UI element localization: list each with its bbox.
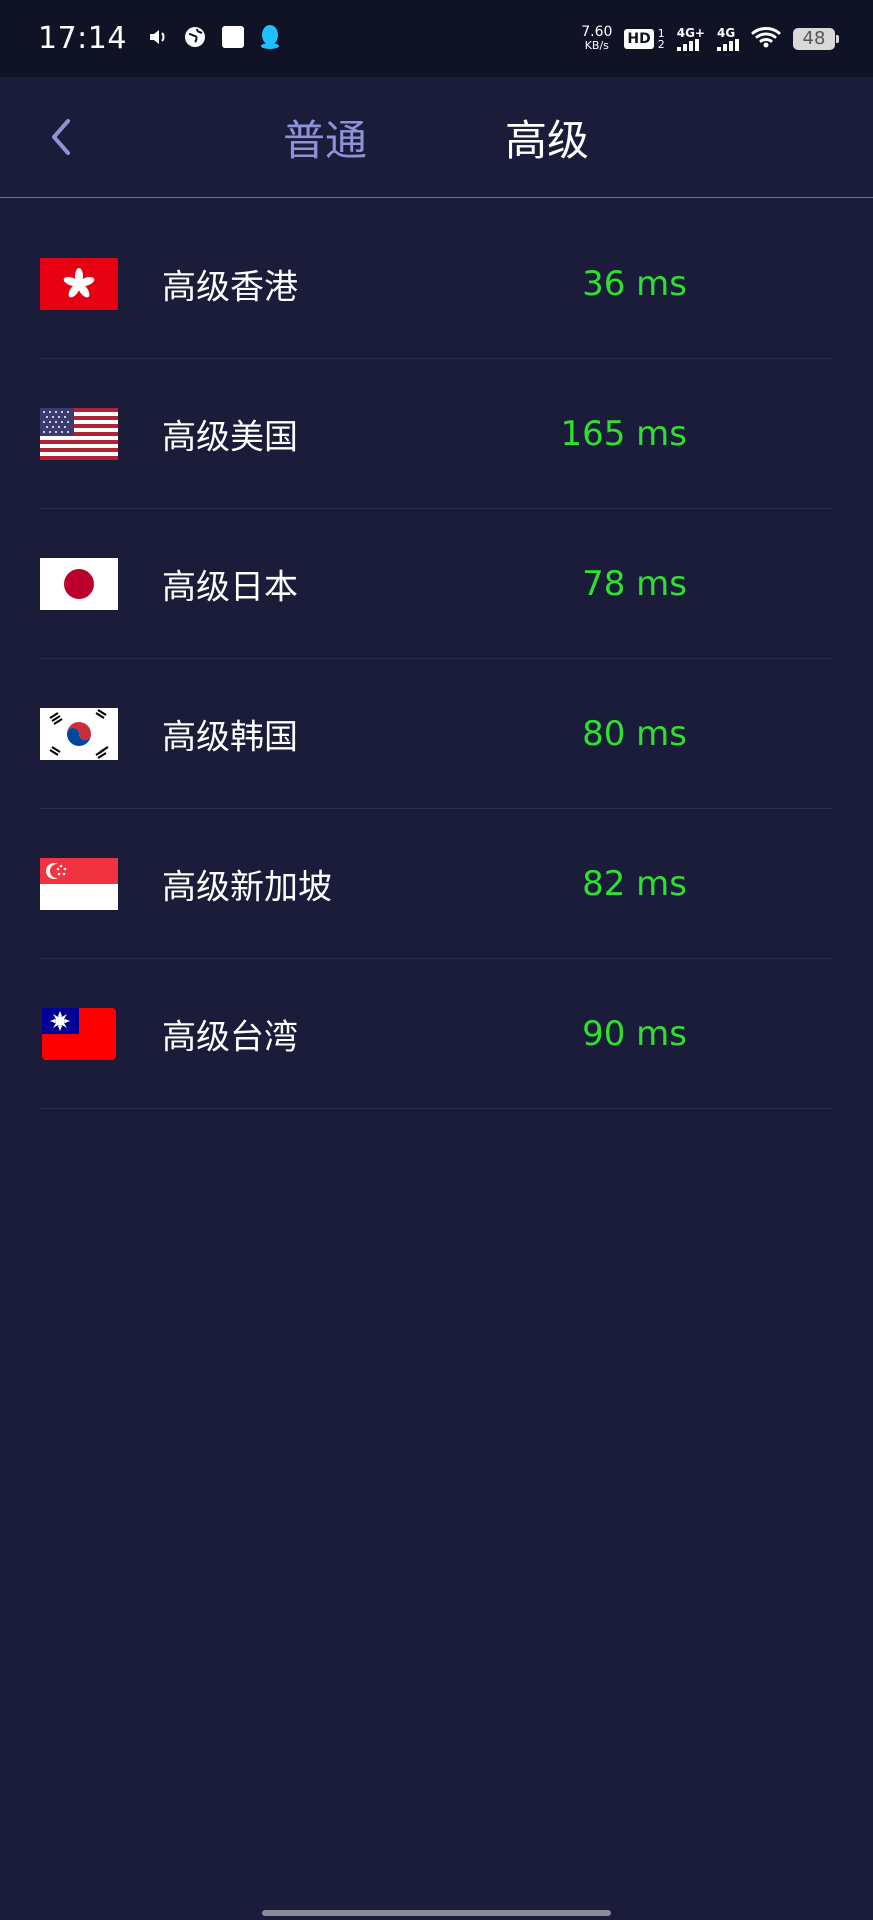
latency-value: 82 ms: [582, 863, 687, 904]
server-row-usa[interactable]: 高级美国 165 ms: [40, 359, 833, 509]
server-name: 高级美国: [162, 417, 298, 457]
tab-normal[interactable]: 普通: [283, 107, 367, 168]
qq-penguin-icon: [259, 24, 281, 54]
server-row-hong-kong[interactable]: 高级香港 36 ms: [40, 209, 833, 359]
latency-value: 165 ms: [560, 413, 687, 454]
top-header: 普通 高级: [0, 77, 873, 198]
latency-value: 78 ms: [582, 563, 687, 604]
server-name: 高级香港: [162, 267, 298, 307]
square-app-icon: [221, 25, 245, 53]
server-name: 高级日本: [162, 567, 298, 607]
signal-sim2-label: 4G: [717, 25, 736, 40]
hong-kong-flag-icon: [40, 257, 118, 310]
net-speed: 7.60 KB/s: [581, 25, 612, 53]
hd-sub: 1 2: [658, 28, 665, 50]
korea-flag-icon: [40, 707, 118, 760]
server-name: 高级新加坡: [162, 867, 332, 907]
back-button[interactable]: [40, 117, 80, 161]
signal-sim1-bars: [676, 38, 699, 51]
usa-flag-icon: [40, 407, 118, 460]
server-row-japan[interactable]: 高级日本 78 ms: [40, 509, 833, 659]
status-right: 7.60 KB/s HD 1 2 4G+ 4G 48: [581, 25, 839, 53]
tab-advanced[interactable]: 高级: [505, 107, 589, 168]
volume-icon: [147, 26, 169, 52]
status-bar: 17:14 7.60 KB/s HD 1 2 4G+ 4G 48: [0, 0, 873, 77]
chevron-left-icon: [48, 117, 72, 161]
wifi-icon: [751, 25, 781, 53]
browser-icon: [183, 25, 207, 53]
server-name: 高级台湾: [162, 1017, 298, 1057]
hd-sub-top: 1: [657, 26, 665, 40]
status-time: 17:14: [38, 21, 127, 56]
signal-sim1-label: 4G+: [676, 25, 705, 40]
net-speed-value: 7.60: [581, 23, 613, 40]
signal-sim1: 4G+: [676, 25, 705, 51]
signal-sim2: 4G: [717, 27, 739, 51]
hd-sub-bottom: 2: [657, 37, 665, 51]
singapore-flag-icon: [40, 857, 118, 910]
status-left-icons: [147, 24, 281, 54]
latency-value: 90 ms: [582, 1013, 687, 1054]
hd-badge: HD: [624, 28, 654, 49]
battery-indicator: 48: [793, 27, 839, 50]
latency-value: 80 ms: [582, 713, 687, 754]
server-list: 高级香港 36 ms 高级美国 165 ms 高级日本 78 ms 高级韩国 8…: [0, 209, 873, 1109]
server-row-singapore[interactable]: 高级新加坡 82 ms: [40, 809, 833, 959]
taiwan-flag-icon: [40, 1007, 118, 1060]
net-speed-unit: KB/s: [584, 38, 609, 52]
japan-flag-icon: [40, 557, 118, 610]
server-row-korea[interactable]: 高级韩国 80 ms: [40, 659, 833, 809]
gesture-navigation-bar[interactable]: [262, 1910, 611, 1916]
server-row-taiwan[interactable]: 高级台湾 90 ms: [40, 959, 833, 1109]
latency-value: 36 ms: [582, 263, 687, 304]
server-name: 高级韩国: [162, 717, 298, 757]
signal-sim2-bars: [717, 38, 739, 51]
